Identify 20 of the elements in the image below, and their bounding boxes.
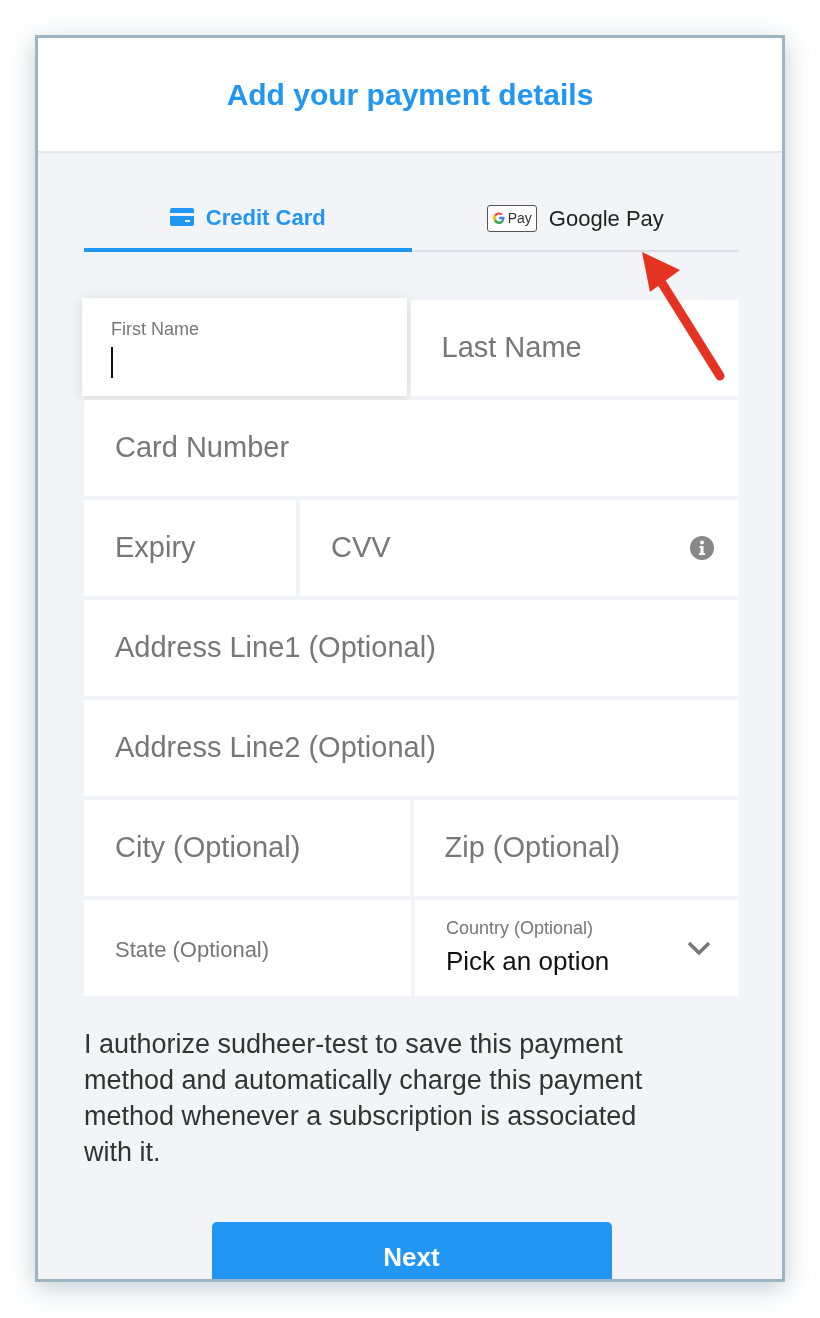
credit-card-icon xyxy=(169,208,194,226)
input-field[interactable]: First Name xyxy=(82,298,407,396)
input-field[interactable]: Zip (Optional) xyxy=(413,800,739,896)
input-field[interactable]: Address Line1 (Optional) xyxy=(84,600,739,696)
dialog-title: Add your payment details xyxy=(226,77,594,113)
consent-text: I authorize sudheer-test to save this payment method and automatically charge this payment method whenever a subscription is associated with it. xyxy=(84,1028,644,1169)
input-field[interactable]: State (Optional) xyxy=(84,900,411,996)
payment-tab[interactable]: Pay Google Pay xyxy=(411,186,739,252)
input-field[interactable]: City (Optional) xyxy=(84,800,410,896)
payment-tab[interactable]: Credit Card xyxy=(84,186,412,252)
input-field[interactable]: Expiry xyxy=(84,500,296,596)
input-field[interactable]: Card Number xyxy=(84,400,739,496)
payment-logo: Pay xyxy=(486,204,537,232)
input-field[interactable]: CVV xyxy=(300,500,739,596)
input-field[interactable]: Address Line2 (Optional) xyxy=(84,700,739,796)
chevron-down-icon xyxy=(687,941,711,955)
country-select[interactable]: Country (Optional) Pick an option xyxy=(415,900,739,996)
next-button[interactable]: Next xyxy=(211,1222,612,1279)
info-icon[interactable] xyxy=(689,535,715,561)
input-field[interactable]: Last Name xyxy=(410,300,739,396)
